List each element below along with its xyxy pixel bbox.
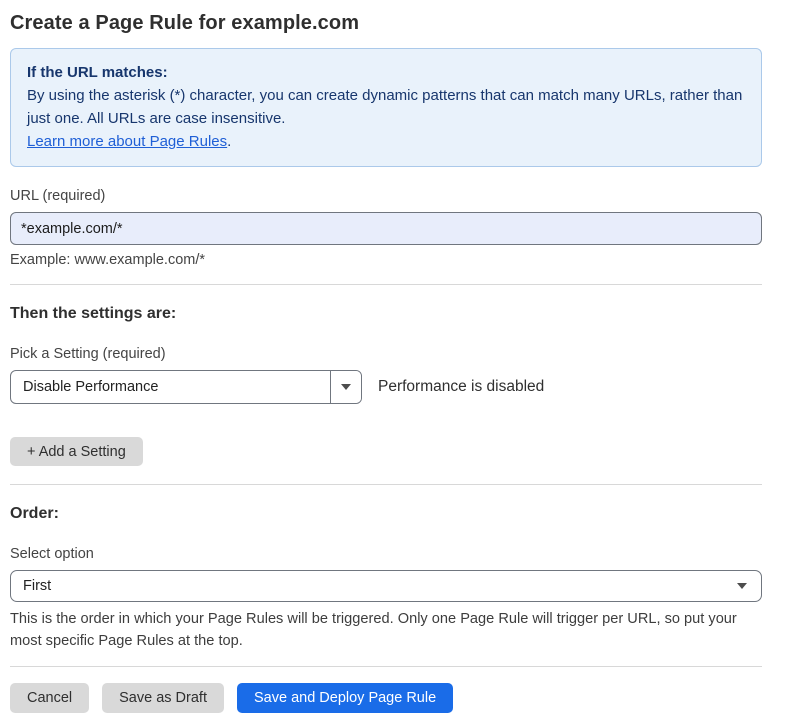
order-select-label: Select option — [10, 546, 762, 562]
save-and-deploy-button[interactable]: Save and Deploy Page Rule — [237, 683, 453, 713]
pick-setting-label: Pick a Setting (required) — [10, 346, 762, 362]
divider — [10, 666, 762, 667]
setting-select-arrow-button[interactable] — [330, 371, 361, 403]
order-select-value: First — [11, 578, 737, 594]
setting-status-text: Performance is disabled — [378, 378, 544, 396]
setting-select[interactable]: Disable Performance — [10, 370, 362, 404]
learn-more-link[interactable]: Learn more about Page Rules — [27, 133, 227, 150]
order-select[interactable]: First — [10, 570, 762, 602]
info-box-body: By using the asterisk (*) character, you… — [27, 84, 745, 130]
save-as-draft-button[interactable]: Save as Draft — [102, 683, 224, 713]
page-rule-form: Create a Page Rule for example.com If th… — [10, 12, 762, 713]
page-title: Create a Page Rule for example.com — [10, 12, 762, 35]
footer-actions: Cancel Save as Draft Save and Deploy Pag… — [10, 683, 762, 713]
order-select-caret — [737, 583, 761, 589]
url-matches-info-box: If the URL matches: By using the asteris… — [10, 48, 762, 167]
divider — [10, 284, 762, 285]
chevron-down-icon — [341, 384, 351, 390]
settings-section-heading: Then the settings are: — [10, 305, 762, 323]
setting-select-value: Disable Performance — [11, 371, 330, 403]
order-help-text: This is the order in which your Page Rul… — [10, 608, 755, 652]
url-input[interactable] — [10, 212, 762, 245]
add-setting-button[interactable]: + Add a Setting — [10, 437, 143, 466]
cancel-button[interactable]: Cancel — [10, 683, 89, 713]
url-example-text: Example: www.example.com/* — [10, 252, 762, 268]
setting-picker-row: Disable Performance Performance is disab… — [10, 370, 762, 404]
link-suffix: . — [227, 133, 231, 150]
url-field-label: URL (required) — [10, 188, 762, 204]
divider — [10, 484, 762, 485]
info-box-link-line: Learn more about Page Rules. — [27, 130, 745, 153]
chevron-down-icon — [737, 583, 747, 589]
order-section-heading: Order: — [10, 505, 762, 523]
info-box-heading: If the URL matches: — [27, 61, 745, 84]
